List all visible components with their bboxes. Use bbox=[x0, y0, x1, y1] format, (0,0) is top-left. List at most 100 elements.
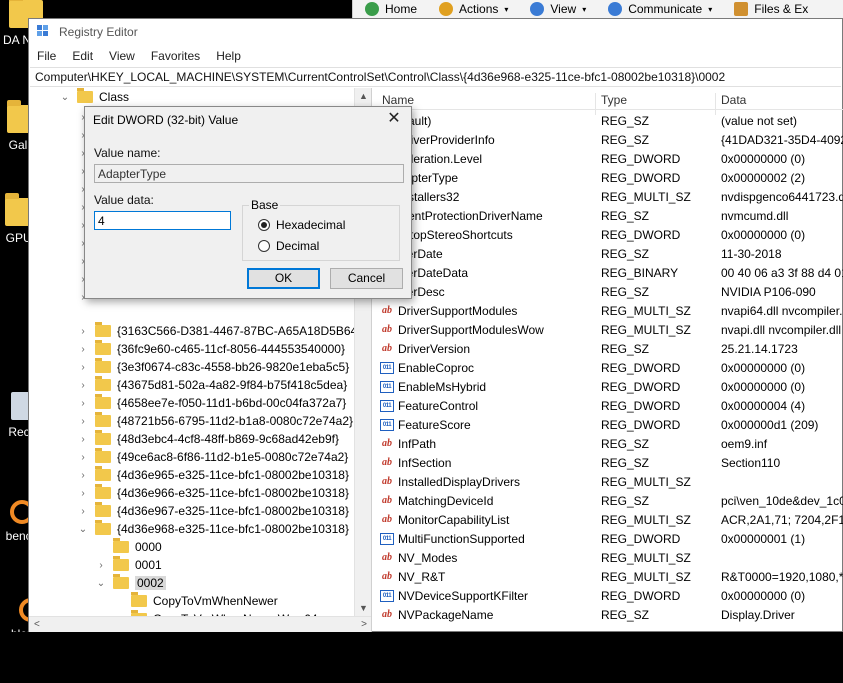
value-name: celeration.Level bbox=[398, 152, 483, 166]
chevron-down-icon[interactable]: ⌄ bbox=[59, 92, 71, 103]
cancel-button[interactable]: Cancel bbox=[330, 268, 403, 289]
value-row[interactable]: ab DriverSupportModules REG_MULTI_SZ nvapi6… bbox=[375, 302, 843, 321]
value-row[interactable]: abntentProtectionDriverNameREG_SZnvmcumd… bbox=[375, 207, 843, 226]
tree-item-key-expanded[interactable]: ⌄ {4d36e968-e325-11ce-bfc1-08002be10318} bbox=[77, 520, 349, 538]
scroll-right-arrow-icon[interactable]: > bbox=[361, 619, 367, 630]
chevron-right-icon[interactable]: › bbox=[77, 344, 89, 355]
value-row[interactable]: ab MatchingDeviceId REG_SZ pci\ven_10de&dev… bbox=[375, 492, 843, 511]
address-bar[interactable]: Computer\HKEY_LOCAL_MACHINE\SYSTEM\Curre… bbox=[30, 67, 841, 87]
value-data: pci\ven_10de&dev_1c0 bbox=[721, 494, 843, 508]
hexadecimal-radio[interactable]: Hexadecimal bbox=[258, 218, 345, 232]
tree-item-key[interactable]: › {4d36e966-e325-11ce-bfc1-08002be10318} bbox=[77, 484, 349, 502]
ok-button[interactable]: OK bbox=[247, 268, 320, 289]
remote-view-button[interactable]: View ▾ bbox=[530, 2, 586, 16]
value-type: REG_DWORD bbox=[601, 418, 681, 432]
value-row[interactable]: abefault)REG_SZ(value not set) bbox=[375, 112, 843, 131]
tree-item-key[interactable]: › {3e3f0674-c83c-4558-bb26-9820e1eba5c5} bbox=[77, 358, 349, 376]
value-row[interactable]: 011dapterTypeREG_DWORD0x00000002 (2) bbox=[375, 169, 843, 188]
tree-item-key[interactable]: › {3163C566-D381-4467-87BC-A65A18D5B649} bbox=[77, 322, 368, 340]
menu-file[interactable]: File bbox=[37, 49, 56, 63]
remote-communicate-button[interactable]: Communicate ▾ bbox=[608, 2, 712, 16]
chevron-down-icon[interactable]: ⌄ bbox=[95, 578, 107, 589]
column-header-name[interactable]: Name bbox=[382, 93, 414, 107]
remote-files-button[interactable]: Files & Ex bbox=[734, 2, 808, 16]
value-row[interactable]: 011 FeatureControl REG_DWORD 0x00000004 (4) bbox=[375, 397, 843, 416]
value-row[interactable]: 011 MultiFunctionSupported REG_DWORD 0x0000… bbox=[375, 530, 843, 549]
value-row[interactable]: ab NV_Modes REG_MULTI_SZ bbox=[375, 549, 843, 568]
chevron-right-icon[interactable]: › bbox=[95, 560, 107, 571]
value-row[interactable]: abiverDescREG_SZNVIDIA P106-090 bbox=[375, 283, 843, 302]
edit-dword-dialog: Edit DWORD (32-bit) Value ✕ Value name: … bbox=[84, 106, 412, 299]
value-type: REG_SZ bbox=[601, 494, 650, 508]
value-type: REG_SZ bbox=[601, 456, 650, 470]
value-type: REG_MULTI_SZ bbox=[601, 475, 691, 489]
tree-item-key[interactable]: › {36fc9e60-c465-11cf-8056-444553540000} bbox=[77, 340, 345, 358]
chevron-right-icon[interactable]: › bbox=[77, 326, 89, 337]
binary-value-icon: 011 bbox=[380, 362, 394, 374]
column-header-type[interactable]: Type bbox=[601, 93, 627, 107]
chevron-right-icon[interactable]: › bbox=[77, 506, 89, 517]
tree-item-subkey[interactable]: › 0001 bbox=[95, 556, 162, 574]
value-row[interactable]: ab MonitorCapabilityList REG_MULTI_SZ ACR,2… bbox=[375, 511, 843, 530]
chevron-right-icon[interactable]: › bbox=[77, 488, 89, 499]
chevron-right-icon[interactable]: › bbox=[77, 470, 89, 481]
folder-icon bbox=[95, 466, 111, 481]
value-row[interactable]: 011 EnableCoproc REG_DWORD 0x00000000 (0) bbox=[375, 359, 843, 378]
menu-edit[interactable]: Edit bbox=[72, 49, 93, 63]
value-row[interactable]: ab InfPath REG_SZ oem9.inf bbox=[375, 435, 843, 454]
value-data: 25.21.14.1723 bbox=[721, 342, 798, 356]
value-row[interactable]: ab NVPackageName REG_SZ Display.Driver bbox=[375, 606, 843, 625]
value-row[interactable]: 011 NVDeviceSupportKFilter REG_DWORD 0x0000… bbox=[375, 587, 843, 606]
tree-item-key[interactable]: › {4658ee7e-f050-11d1-b6bd-00c04fa372a7} bbox=[77, 394, 346, 412]
chevron-right-icon[interactable]: › bbox=[77, 434, 89, 445]
value-type: REG_SZ bbox=[601, 247, 650, 261]
tree-item-key[interactable]: › {43675d81-502a-4a82-9f84-b75f418c5dea} bbox=[77, 376, 347, 394]
value-row[interactable]: 011sktopStereoShortcutsREG_DWORD0x000000… bbox=[375, 226, 843, 245]
chevron-right-icon[interactable]: › bbox=[77, 452, 89, 463]
value-row[interactable]: ab DriverVersion REG_SZ 25.21.14.1723 bbox=[375, 340, 843, 359]
menu-favorites[interactable]: Favorites bbox=[151, 49, 200, 63]
folder-icon bbox=[95, 376, 111, 391]
chevron-right-icon[interactable]: › bbox=[77, 416, 89, 427]
remote-home-button[interactable]: Home bbox=[365, 2, 417, 16]
value-row[interactable]: 011iverDateDataREG_BINARY00 40 06 a3 3f … bbox=[375, 264, 843, 283]
menu-help[interactable]: Help bbox=[216, 49, 241, 63]
value-row[interactable]: ab NV_R&T REG_MULTI_SZ R&T0000=1920,1080,*,… bbox=[375, 568, 843, 587]
scroll-left-arrow-icon[interactable]: < bbox=[34, 619, 40, 630]
tree-item-class[interactable]: ⌄ Class bbox=[59, 88, 129, 106]
column-header-data[interactable]: Data bbox=[721, 93, 746, 107]
scroll-up-arrow-icon[interactable]: ▲ bbox=[355, 91, 371, 101]
radio-selected-icon bbox=[258, 219, 270, 231]
tree-item-subsubkey[interactable]: CopyToVmWhenNewer bbox=[113, 592, 278, 610]
value-row[interactable]: ab InstalledDisplayDrivers REG_MULTI_SZ bbox=[375, 473, 843, 492]
tree-item-subkey-selected[interactable]: ⌄ 0002 bbox=[95, 574, 166, 592]
value-row[interactable]: abDriverProviderInfoREG_SZ{41DAD321-35D4… bbox=[375, 131, 843, 150]
menu-view[interactable]: View bbox=[109, 49, 135, 63]
value-row[interactable]: ab DriverSupportModulesWow REG_MULTI_SZ nva… bbox=[375, 321, 843, 340]
value-row[interactable]: abiverDateREG_SZ11-30-2018 bbox=[375, 245, 843, 264]
value-data-field[interactable] bbox=[94, 211, 231, 230]
tree-item-key[interactable]: › {48d3ebc4-4cf8-48ff-b869-9c68ad42eb9f} bbox=[77, 430, 339, 448]
decimal-radio[interactable]: Decimal bbox=[258, 239, 319, 253]
value-name-field[interactable] bbox=[94, 164, 404, 183]
address-path: Computer\HKEY_LOCAL_MACHINE\SYSTEM\Curre… bbox=[35, 70, 726, 84]
tree-item-key[interactable]: › {49ce6ac8-6f86-11d2-b1e5-0080c72e74a2} bbox=[77, 448, 348, 466]
value-row[interactable]: 011 EnableMsHybrid REG_DWORD 0x00000000 (0) bbox=[375, 378, 843, 397]
chevron-right-icon[interactable]: › bbox=[77, 398, 89, 409]
tree-item-key[interactable]: › {48721b56-6795-11d2-b1a8-0080c72e74a2} bbox=[77, 412, 353, 430]
scroll-down-arrow-icon[interactable]: ▼ bbox=[355, 603, 371, 613]
close-icon[interactable]: ✕ bbox=[383, 109, 405, 129]
value-row[interactable]: abInstallers32REG_MULTI_SZnvdispgenco644… bbox=[375, 188, 843, 207]
chevron-right-icon[interactable]: › bbox=[77, 380, 89, 391]
tree-horizontal-scrollbar[interactable]: < > bbox=[29, 616, 371, 633]
title-bar[interactable]: Registry Editor bbox=[29, 19, 842, 45]
chevron-right-icon[interactable]: › bbox=[77, 362, 89, 373]
value-row[interactable]: 011celeration.LevelREG_DWORD0x00000000 (… bbox=[375, 150, 843, 169]
remote-actions-button[interactable]: Actions ▾ bbox=[439, 2, 508, 16]
tree-item-subkey[interactable]: 0000 bbox=[95, 538, 162, 556]
value-row[interactable]: ab InfSection REG_SZ Section110 bbox=[375, 454, 843, 473]
tree-item-key[interactable]: › {4d36e965-e325-11ce-bfc1-08002be10318} bbox=[77, 466, 349, 484]
chevron-down-icon[interactable]: ⌄ bbox=[77, 524, 89, 535]
tree-item-key[interactable]: › {4d36e967-e325-11ce-bfc1-08002be10318} bbox=[77, 502, 349, 520]
value-row[interactable]: 011 FeatureScore REG_DWORD 0x000000d1 (209) bbox=[375, 416, 843, 435]
